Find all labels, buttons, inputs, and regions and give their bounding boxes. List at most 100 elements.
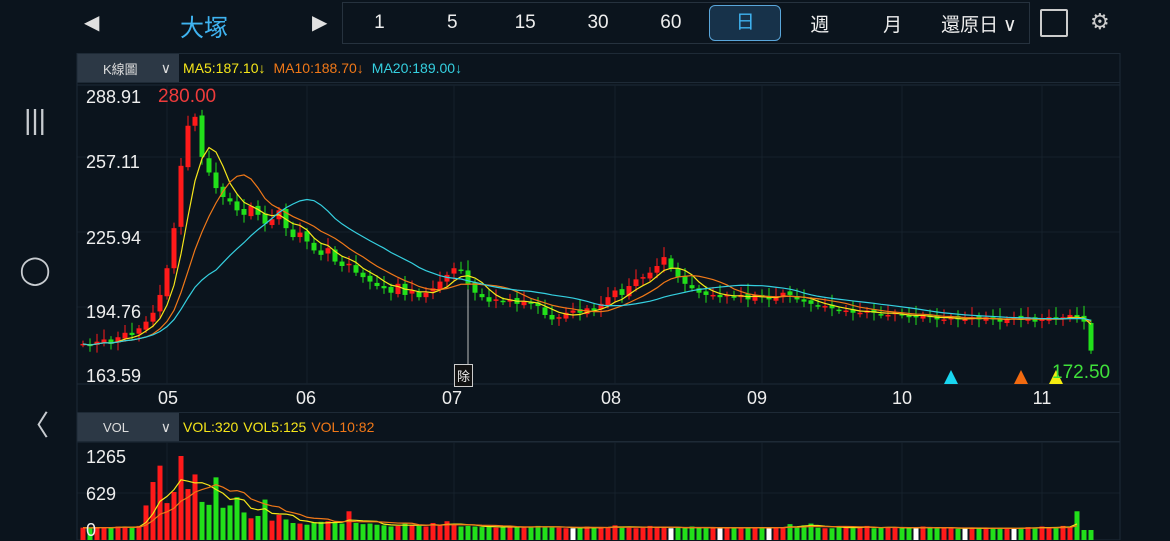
volume-bar (1004, 527, 1010, 540)
volume-bar (367, 523, 373, 540)
candle (731, 296, 737, 298)
volume-bar (836, 526, 842, 540)
volume-bar (227, 505, 233, 540)
volume-bar (843, 527, 849, 540)
volume-bar (584, 526, 590, 540)
candle (388, 286, 394, 293)
candle (178, 165, 184, 227)
volume-bar (1088, 530, 1094, 540)
volume-axis-mid: 629 (86, 484, 117, 504)
volume-bar (213, 477, 219, 540)
volume-bar (885, 527, 891, 540)
candle (479, 294, 485, 298)
volume-bar (458, 526, 464, 540)
candle (290, 229, 296, 238)
volume-bar (479, 527, 485, 540)
price-axis-4: 194.76 (86, 302, 142, 322)
ma20-line (82, 198, 1092, 346)
month-label: 10 (891, 388, 913, 408)
candle (241, 209, 247, 215)
volume-bar (927, 527, 933, 540)
candle (395, 283, 401, 295)
volume-bar (864, 525, 870, 540)
volume-bar (1011, 528, 1017, 540)
volume-bar (255, 515, 261, 540)
volume-bar (1032, 527, 1038, 540)
volume-bar (486, 526, 492, 540)
volume-bar (857, 527, 863, 540)
volume-bar (822, 528, 828, 540)
volume-bar (766, 528, 772, 540)
volume-bar (990, 528, 996, 540)
volume-bar (493, 527, 499, 540)
volume-bar (157, 465, 163, 540)
ex-dividend-marker[interactable]: 除 (454, 364, 474, 387)
volume-bar (500, 527, 506, 540)
volume-bar (703, 528, 709, 540)
volume-bar (136, 525, 142, 540)
volume-bar (192, 474, 198, 540)
volume-bar (381, 525, 387, 540)
candle (654, 265, 660, 273)
candle (857, 312, 863, 315)
volume-bar (535, 525, 541, 540)
volume-bar (318, 521, 324, 540)
candle (787, 291, 793, 295)
volume-bar (549, 527, 555, 540)
volume-bar (423, 526, 429, 540)
volume-bar (437, 525, 443, 540)
volume-bar (948, 528, 954, 540)
candle (843, 310, 849, 313)
volume-bar (290, 522, 296, 540)
candle (500, 300, 506, 303)
price-axis-3: 225.94 (86, 228, 142, 248)
candle (437, 281, 443, 290)
candle (143, 321, 149, 330)
candle (521, 301, 527, 306)
candle (213, 172, 219, 189)
volume-bar (451, 524, 457, 540)
candle (556, 317, 562, 319)
month-label: 07 (441, 388, 463, 408)
candle (815, 305, 821, 307)
candle (808, 300, 814, 304)
volume-bar (913, 528, 919, 540)
candle (1088, 322, 1094, 351)
volume-bar (598, 527, 604, 540)
candle (668, 258, 674, 269)
volume-bar (710, 527, 716, 540)
volume-bar (556, 527, 562, 540)
price-axis-min: 163.59 (86, 366, 142, 386)
volume-bar (297, 523, 303, 540)
volume-bar (878, 527, 884, 540)
volume-bar (997, 528, 1003, 540)
volume-bar (619, 526, 625, 540)
volume-bar (269, 520, 275, 540)
candle (570, 310, 576, 313)
volume-bar (1018, 528, 1024, 540)
volume-bar (941, 527, 947, 540)
volume-bar (640, 527, 646, 540)
ma10-line (82, 174, 1092, 346)
volume-bar (689, 526, 695, 540)
candle (941, 319, 947, 321)
candle (801, 299, 807, 302)
volume-bar (234, 497, 240, 540)
volume-bar (353, 522, 359, 540)
candle (710, 294, 716, 297)
volume-bar (101, 527, 107, 540)
volume-bar (661, 527, 667, 540)
volume-bar (171, 491, 177, 540)
month-label: 06 (295, 388, 317, 408)
volume-bar (283, 519, 289, 540)
volume-bar (920, 526, 926, 540)
volume-bar (521, 527, 527, 540)
kline-chart[interactable] (0, 0, 1170, 540)
candle (458, 269, 464, 272)
candle (164, 268, 170, 297)
volume-bar (395, 525, 401, 540)
volume-bar (374, 524, 380, 540)
volume-bar (276, 514, 282, 540)
candle (913, 315, 919, 318)
volume-bar (759, 527, 765, 540)
